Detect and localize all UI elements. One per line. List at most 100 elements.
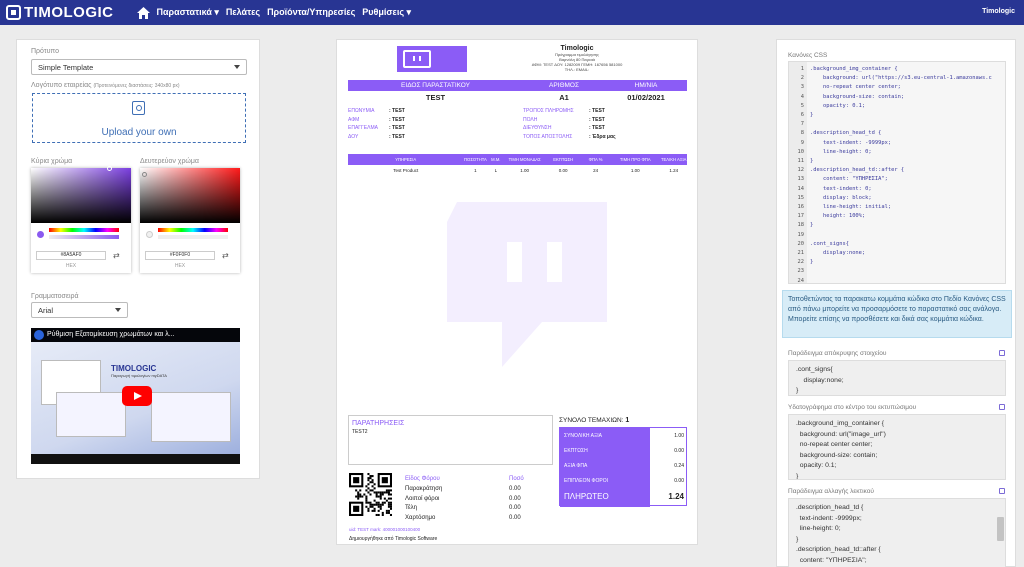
primary-alpha-slider[interactable] [49,235,119,239]
watermark-logo [447,202,607,367]
snippet-line: .background_img_container { [796,420,885,427]
code-line: 4 background-size: contain; [789,94,904,101]
secondary-alpha-slider[interactable] [158,235,228,239]
code-line: 9 text-indent: -9999px; [789,140,891,147]
primary-hue-slider[interactable] [49,228,119,232]
code-line: 8 .description_head_td { [789,130,882,137]
info-field-label: ΔΙΕΥΘΥΝΣΗ [523,125,552,131]
tutorial-video[interactable]: TIMOLOGIC Παραγωγή τιμολογίων myDATA Ρύθ… [31,328,240,464]
code-text: display: block; [810,194,872,201]
font-select[interactable]: Arial [31,302,128,318]
line-number: 17 [797,213,805,220]
info-field-label: ΕΠΑΓΓΕΛΜΑ [348,125,378,131]
template-select[interactable]: Simple Template [31,59,247,75]
top-navbar: TIMOLOGIC Παραστατικά ▾ Πελάτες Προϊόντα… [0,0,1024,25]
nav-customers[interactable]: Πελάτες [226,7,260,18]
primary-color-picker[interactable]: #8A5AF0 HEX ⇄ [31,166,131,273]
table-row: Test Product 1 L 1.00 0.00 24 1.00 1.24 [348,168,687,173]
code-line: 16 line-height: initial; [789,204,892,211]
css-rules-label: Κανόνες CSS [788,52,828,59]
tax-amount: 0.00 [509,505,521,511]
copy-icon[interactable] [999,404,1005,410]
info-field-value: : TEST [389,108,405,114]
snippet-label: Υδατογράφημα στο κέντρο του εκτυπώσιμου [788,404,917,411]
logo-upload-dropzone[interactable]: Upload your own [32,93,246,143]
line-number: 19 [797,231,805,238]
brand-logo[interactable]: TIMOLOGIC [6,0,114,25]
copy-icon[interactable] [999,350,1005,356]
total-items: ΣΥΝΟΛΟ ΤΕΜΑΧΙΩΝ: 1 [559,417,630,424]
template-select-value: Simple Template [38,63,94,72]
line-number: 3 [800,84,804,91]
totals-box: ΣΥΝΟΛΙΚΗ ΑΞΙΑ 1.00 ΕΚΠΤΩΣΗ 0.00 ΑΞΙΑ ΦΠΑ 0.24… [559,427,687,507]
play-button[interactable] [122,386,152,406]
line-number: 6 [800,112,804,118]
chevron-down-icon [234,65,240,69]
code-snippet: .cont_signs{ display:none;} [788,360,1006,396]
table-cell: 1.00 [520,168,530,173]
video-title[interactable]: Ρύθμιση Εξατομίκευση χρωμάτων και λ... [47,331,175,338]
secondary-saturation-area[interactable] [140,168,240,223]
total-value: 0.24 [674,463,684,469]
made-with-label: Δημιουργήθηκε από Timologic Software [349,536,438,542]
scrollbar[interactable] [997,517,1004,541]
channel-avatar [34,330,44,340]
line-number: 9 [800,139,804,146]
column-header: ΦΠΑ % [588,157,603,162]
doc-number-value: A1 [559,93,569,102]
code-text: } [810,259,814,266]
snippet-line: } [796,472,799,480]
table-cell: 0.00 [558,168,568,173]
code-line: 20 .cont_signs{ [789,241,849,248]
snippet-line: .description_head_td::after { [796,546,881,553]
secondary-saturation-knob[interactable] [142,172,147,177]
primary-hex-input[interactable]: #8A5AF0 [36,251,106,260]
nav-products[interactable]: Προϊόντα/Υπηρεσίες [267,7,355,18]
line-number: 14 [797,185,805,192]
code-text: line-height: 0; [810,148,872,155]
secondary-hex-input[interactable]: #F0F0F0 [145,251,215,260]
primary-saturation-knob[interactable] [107,166,112,171]
code-snippet: .background_img_container { background: … [788,414,1006,480]
copy-icon[interactable] [999,488,1005,494]
total-value: 0.00 [674,448,684,454]
info-field-label: ΤΟΠΟΣ ΑΠΟΣΤΟΛΗΣ [523,133,573,140]
swap-format-icon[interactable]: ⇄ [222,251,229,260]
code-text: } [810,112,814,118]
doc-header-bar: ΕΙΔΟΣ ΠΑΡΑΣΤΑΤΙΚΟΥ ΑΡΙΘΜΟΣ ΗΜ/ΝΙΑ [348,80,687,91]
info-field-label: ΕΠΩΝΥΜΙΑ [348,108,375,114]
column-header: ΤΙΜΗ ΜΟΝΑΔΑΣ [508,157,541,162]
info-field: ΕΠΩΝΥΜΙΑ : TEST [348,108,405,114]
secondary-hue-slider[interactable] [158,228,228,232]
font-select-value: Arial [38,306,54,315]
info-field-value: : TEST [589,116,605,123]
info-field-value: : Έδρα μας [589,133,616,140]
home-icon[interactable] [136,6,151,20]
secondary-color-picker[interactable]: #F0F0F0 HEX ⇄ [140,168,240,273]
header-date: ΗΜ/ΝΙΑ [634,82,658,89]
code-line: 19 [789,232,810,239]
secondary-color-label: Δευτερεύον χρώμα [140,158,199,165]
code-text: text-indent: -9999px; [810,139,892,146]
code-text: } [810,158,814,164]
grand-total-label: ΠΛΗΡΩΤΕΟ [564,492,609,501]
logo-label: Λογότυπο εταιρείας (Προτεινόμενες διαστά… [31,82,180,89]
code-text: .description_head_td::after { [810,167,905,174]
nav-documents[interactable]: Παραστατικά ▾ [157,7,219,18]
info-field-value: : TEST [389,125,405,131]
line-number: 20 [797,240,805,247]
info-field-label: ΤΡΟΠΟΣ ΠΛΗΡΩΜΗΣ [523,108,574,114]
brand-logo-icon [6,5,21,20]
total-label: ΕΠΙΠΛΕΟΝ ΦΟΡΟΙ [564,478,609,484]
tax-type: Τέλη [405,505,418,511]
line-number: 5 [800,102,804,109]
code-line: 24 [789,278,810,283]
info-field: ΤΡΟΠΟΣ ΠΛΗΡΩΜΗΣ: TEST [523,108,605,114]
code-line: 15 display: block; [789,195,872,202]
snippet-line: background-size: contain; [796,451,878,459]
css-editor[interactable]: 1 .background_img_container {2 background… [788,61,1006,284]
user-menu[interactable]: Timologic [982,8,1015,15]
swap-format-icon[interactable]: ⇄ [113,251,120,260]
nav-settings[interactable]: Ρυθμίσεις ▾ [362,7,411,18]
primary-saturation-area[interactable] [31,166,131,223]
